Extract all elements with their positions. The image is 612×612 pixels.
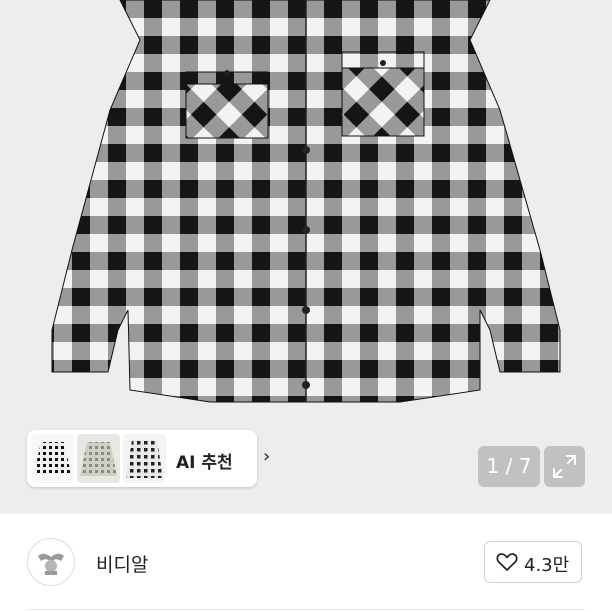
expand-button[interactable] <box>544 446 585 487</box>
grey-check-shirt-thumb <box>77 434 120 483</box>
chevron-right-icon: › <box>263 446 271 467</box>
checked-shirt-thumb <box>31 434 74 483</box>
like-count: 4.3만 <box>524 555 570 576</box>
heart-icon <box>496 553 518 571</box>
like-button[interactable]: 4.3만 <box>484 541 582 583</box>
divider <box>27 609 585 610</box>
check-shirt-thumb <box>123 434 166 483</box>
seller-name[interactable]: 비디알 <box>96 550 148 577</box>
expand-icon <box>553 455 576 478</box>
seller-avatar[interactable] <box>27 538 75 586</box>
image-counter: 1 / 7 <box>478 446 540 487</box>
ai-recommend-button[interactable]: AI 추천 › <box>27 430 270 487</box>
product-image-area[interactable]: AI 추천 › 1 / 7 <box>0 0 612 514</box>
ai-recommend-label: AI 추천 <box>176 453 233 473</box>
